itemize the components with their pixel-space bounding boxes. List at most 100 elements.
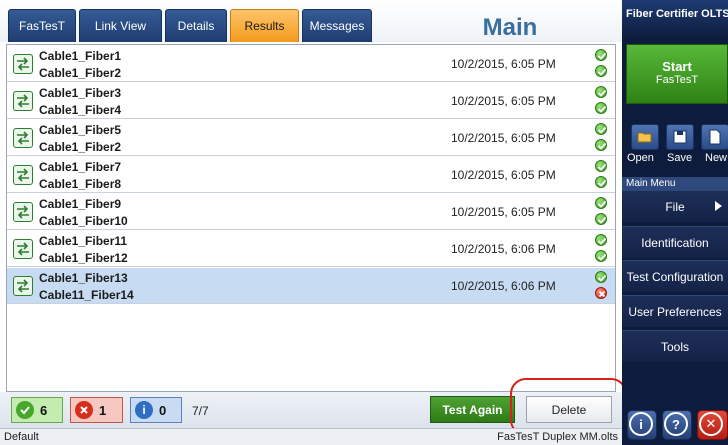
menu-item-label: Test Configuration (626, 269, 724, 284)
help-icon: ? (664, 412, 688, 436)
pass-count: 6 (40, 402, 48, 418)
result-date: 10/2/2015, 6:05 PM (451, 168, 556, 182)
info-count-badge[interactable]: i 0 (130, 397, 182, 423)
check-circle-icon (595, 102, 607, 114)
fiber-name-primary: Cable1_Fiber9 (39, 197, 122, 211)
page-title: Main (482, 14, 538, 41)
disk-icon (673, 130, 687, 144)
start-label: Start (662, 59, 692, 74)
tab-results[interactable]: Results (230, 9, 299, 42)
result-row[interactable]: Cable1_Fiber1 Cable1_Fiber2 10/2/2015, 6:0… (7, 46, 615, 82)
result-row[interactable]: Cable1_Fiber7 Cable1_Fiber8 10/2/2015, 6:0… (7, 157, 615, 193)
tab-link-view[interactable]: Link View (79, 9, 162, 42)
check-circle-icon (595, 123, 607, 135)
bottom-toolbar: 6 1 i 0 7/7 Test Again Delete (0, 392, 622, 428)
result-ratio: 7/7 (192, 404, 209, 418)
menu-item-user-preferences[interactable]: User Preferences (622, 295, 728, 327)
fiber-name-secondary: Cable1_Fiber8 (39, 177, 122, 191)
pass-count-badge[interactable]: 6 (11, 397, 63, 423)
delete-button[interactable]: Delete (526, 396, 612, 423)
close-icon: ✕ (699, 412, 723, 436)
start-sublabel: FasTesT (655, 74, 699, 86)
result-date: 10/2/2015, 6:06 PM (451, 279, 556, 293)
info-count: 0 (159, 402, 167, 418)
document-icon (709, 129, 721, 145)
swap-arrows-icon (13, 239, 33, 259)
menu-item-file[interactable]: File (622, 190, 728, 222)
check-circle-icon (16, 401, 34, 419)
open-label: Open (627, 152, 654, 164)
status-profile: Default (4, 431, 39, 443)
tab-fastest[interactable]: FasTesT (8, 9, 76, 42)
test-again-button[interactable]: Test Again (430, 396, 515, 423)
fiber-name-secondary: Cable1_Fiber4 (39, 103, 122, 117)
tab-messages[interactable]: Messages (302, 9, 372, 42)
new-button[interactable] (701, 124, 728, 150)
fiber-name-primary: Cable1_Fiber3 (39, 86, 122, 100)
check-circle-icon (595, 65, 607, 77)
fail-count-badge[interactable]: 1 (70, 397, 123, 423)
info-circle-icon: i (135, 401, 153, 419)
menu-item-identification[interactable]: Identification (622, 226, 728, 258)
fiber-name-primary: Cable1_Fiber1 (39, 49, 122, 63)
open-button[interactable] (631, 124, 659, 150)
about-button[interactable]: i (627, 410, 657, 440)
exit-button[interactable]: ✕ (697, 410, 728, 440)
swap-arrows-icon (13, 165, 33, 185)
save-label: Save (667, 152, 693, 164)
result-row[interactable]: Cable1_Fiber9 Cable1_Fiber10 10/2/2015, 6:… (7, 194, 615, 230)
check-circle-icon (595, 139, 607, 151)
result-row[interactable]: Cable1_Fiber3 Cable1_Fiber4 10/2/2015, 6:0… (7, 83, 615, 119)
app-title: Fiber Certifier OLTS (626, 8, 728, 20)
fiber-name-secondary: Cable1_Fiber2 (39, 66, 122, 80)
result-row[interactable]: Cable1_Fiber11 Cable1_Fiber12 10/2/2015, 6… (7, 231, 615, 267)
swap-arrows-icon (13, 54, 33, 74)
save-button[interactable] (666, 124, 694, 150)
help-button[interactable]: ? (662, 410, 692, 440)
fiber-name-secondary: Cable1_Fiber10 (39, 214, 128, 228)
new-label: New (705, 152, 728, 164)
check-circle-icon (595, 160, 607, 172)
menu-item-label: Tools (660, 339, 689, 354)
check-circle-icon (595, 250, 607, 262)
result-date: 10/2/2015, 6:05 PM (451, 94, 556, 108)
x-circle-icon (595, 287, 607, 299)
chevron-right-icon (715, 201, 722, 211)
fiber-name-secondary: Cable1_Fiber2 (39, 140, 122, 154)
tab-details[interactable]: Details (165, 9, 227, 42)
check-circle-icon (595, 234, 607, 246)
fail-count: 1 (99, 402, 107, 418)
result-row[interactable]: Cable1_Fiber13 Cable11_Fiber14 10/2/2015, … (7, 268, 615, 304)
results-list: Cable1_Fiber1 Cable1_Fiber2 10/2/2015, 6:0… (6, 44, 616, 392)
result-date: 10/2/2015, 6:05 PM (451, 205, 556, 219)
fiber-name-primary: Cable1_Fiber13 (39, 271, 128, 285)
menu-item-label: User Preferences (628, 304, 722, 319)
menu-item-test-configuration[interactable]: Test Configuration (622, 260, 728, 292)
x-circle-icon (75, 401, 93, 419)
result-date: 10/2/2015, 6:05 PM (451, 131, 556, 145)
fiber-name-primary: Cable1_Fiber5 (39, 123, 122, 137)
app-window: FasTesT Link View Details Results Messag… (0, 0, 728, 445)
result-row[interactable]: Cable1_Fiber5 Cable1_Fiber2 10/2/2015, 6:0… (7, 120, 615, 156)
info-icon: i (629, 412, 653, 436)
fiber-name-secondary: Cable1_Fiber12 (39, 251, 128, 265)
main-menu-header: Main Menu (622, 177, 728, 190)
status-filename: FasTesT Duplex MM.olts (497, 431, 618, 443)
check-circle-icon (595, 213, 607, 225)
swap-arrows-icon (13, 202, 33, 222)
check-circle-icon (595, 271, 607, 283)
menu-item-label: File (665, 199, 685, 214)
swap-arrows-icon (13, 128, 33, 148)
menu-item-label: Identification (641, 235, 709, 250)
menu-item-tools[interactable]: Tools (622, 330, 728, 362)
folder-icon (637, 132, 652, 143)
result-date: 10/2/2015, 6:06 PM (451, 242, 556, 256)
result-date: 10/2/2015, 6:05 PM (451, 57, 556, 71)
fiber-name-secondary: Cable11_Fiber14 (39, 288, 134, 302)
check-circle-icon (595, 197, 607, 209)
check-circle-icon (595, 86, 607, 98)
check-circle-icon (595, 49, 607, 61)
check-circle-icon (595, 176, 607, 188)
start-fastest-button[interactable]: Start FasTesT (626, 44, 728, 104)
swap-arrows-icon (13, 276, 33, 296)
